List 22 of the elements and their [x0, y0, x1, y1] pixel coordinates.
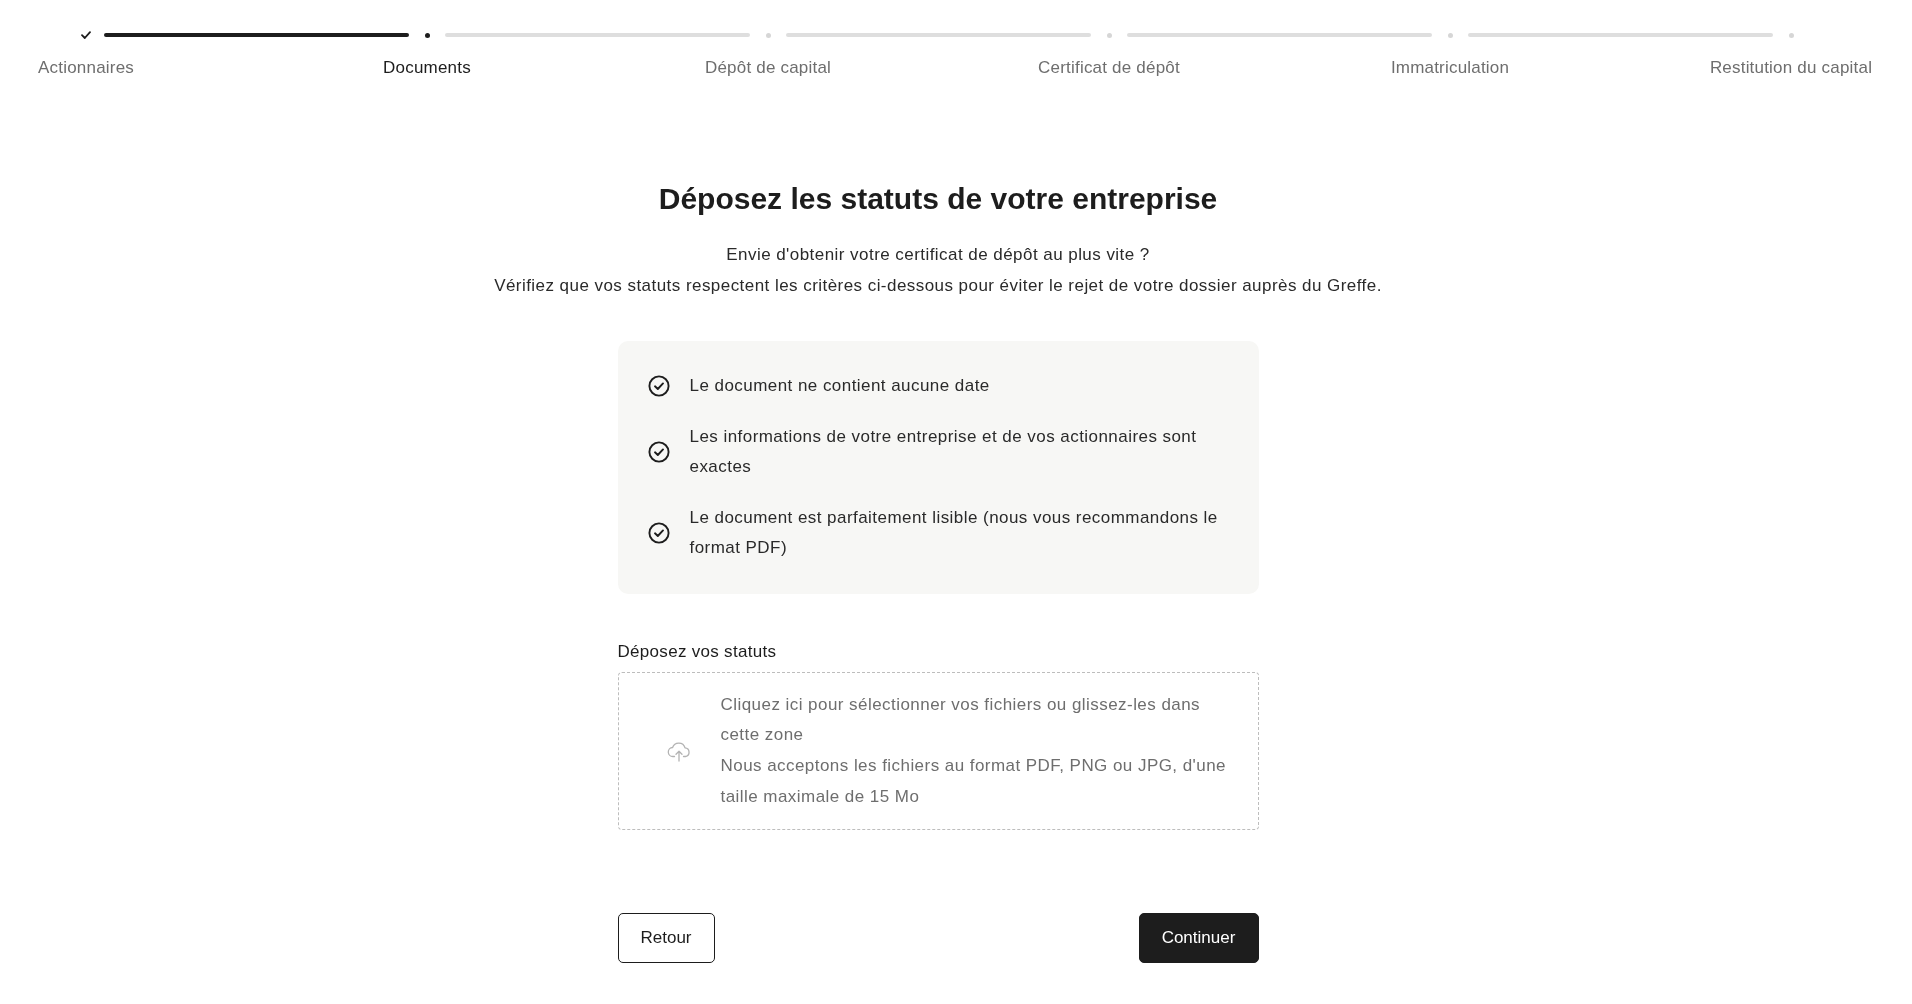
step-label: Restitution du capital [1709, 58, 1873, 78]
page-title: Déposez les statuts de votre entreprise [658, 181, 1218, 217]
continue-button[interactable]: Continuer [1138, 913, 1259, 964]
step-label: Documents [383, 58, 471, 78]
cloud-upload-icon [666, 739, 691, 762]
check-circle-icon [647, 375, 670, 398]
upload-instructions: Cliquez ici pour sélectionner vos fichiers ou glissez-les dans cette zone [720, 693, 1202, 747]
intro-text: Vérifiez que vos statuts respectent les critères ci-dessous pour éviter le rejet de votre dossier auprès du Greffe. [494, 275, 1382, 297]
file-drop-zone[interactable]: Cliquez ici pour sélectionner vos fichiers ou glissez-les dans cette zone Nous acceptons les fichiers au format PDF, PNG ou JPG, d'une taille maximale de 15 Mo [617, 671, 1259, 831]
upload-label: Déposez vos statuts [617, 640, 778, 663]
step-label: Immatriculation [1390, 58, 1510, 78]
criterion-text: Le document ne contient aucune date [689, 375, 990, 397]
upload-hint: Nous acceptons les fichiers au format PDF, PNG ou JPG, d'une taille maximale de 15 Mo [720, 754, 1227, 808]
back-button[interactable]: Retour [617, 913, 715, 964]
intro-text: Envie d'obtenir votre certificat de dépôt au plus vite ? [726, 244, 1150, 266]
check-circle-icon [647, 522, 670, 544]
step-label: Actionnaires [38, 58, 134, 78]
criterion-text: Le document est parfaitement lisible (nous vous recommandons le format PDF) [689, 506, 1219, 559]
step-label: Dépôt de capital [704, 58, 832, 78]
check-circle-icon [647, 441, 670, 463]
criterion-text: Les informations de votre entreprise et de vos actionnaires sont exactes [689, 425, 1198, 478]
step-label: Certificat de dépôt [1038, 58, 1180, 78]
